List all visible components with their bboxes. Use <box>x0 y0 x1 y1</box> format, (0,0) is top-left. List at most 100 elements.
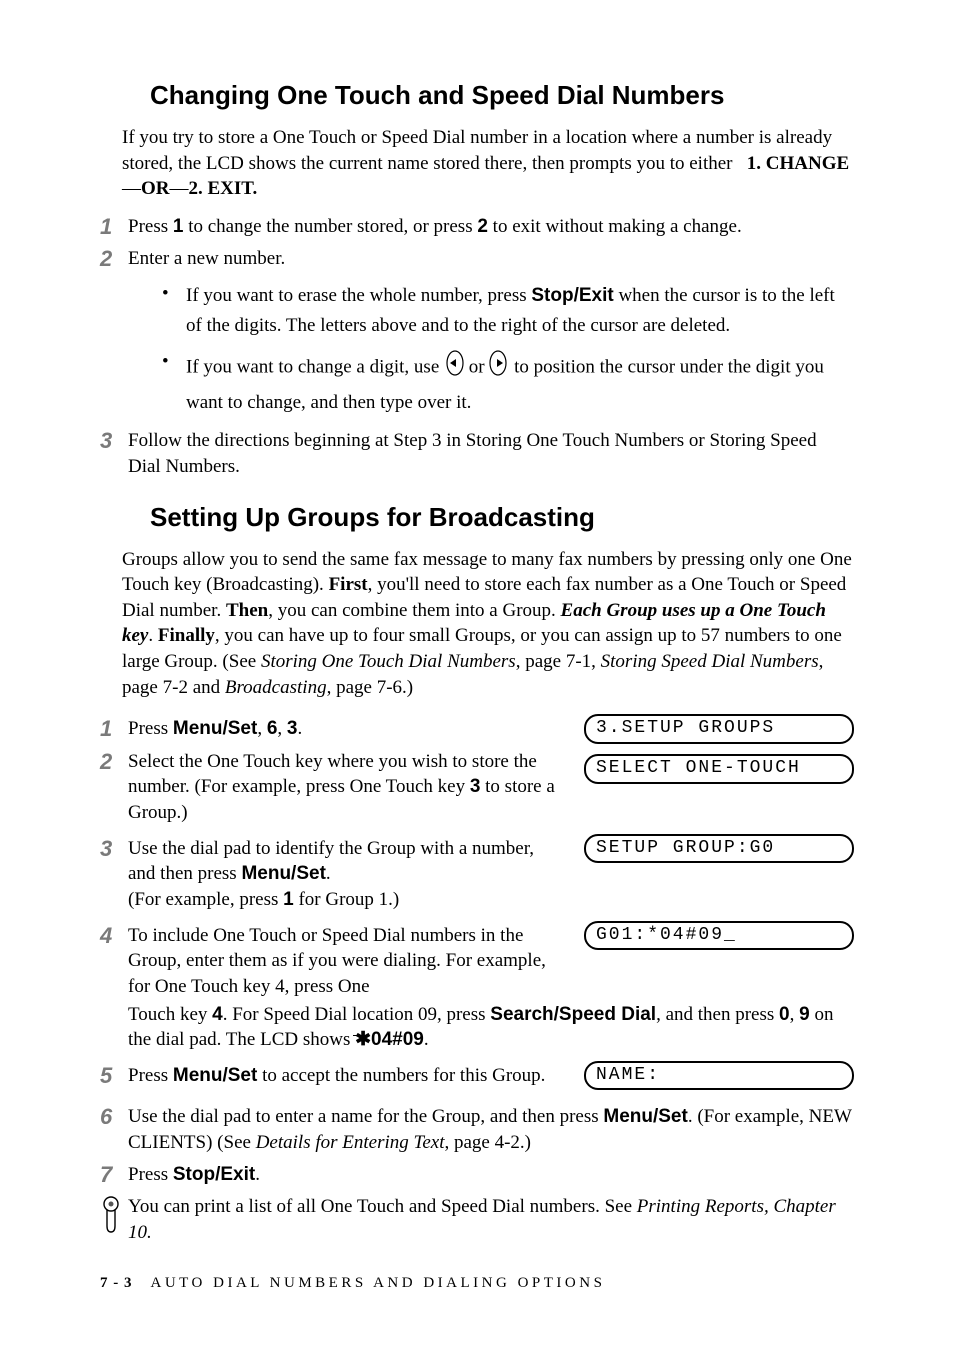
right-arrow-icon <box>489 349 509 387</box>
bullet-dot: • <box>162 349 186 418</box>
text-bold: 1 <box>173 216 184 237</box>
step-2-3: 3 Use the dial pad to identify the Group… <box>100 836 566 913</box>
steps-2-row-5: 5 Press Menu/Set to accept the numbers f… <box>100 1059 854 1101</box>
step-number: 3 <box>100 836 128 913</box>
bullet-item: • If you want to change a digit, use or … <box>162 349 854 418</box>
text: Press <box>128 1164 173 1185</box>
lcd-display-4: G01:*04#09_ <box>584 921 854 951</box>
page: Changing One Touch and Speed Dial Number… <box>0 0 954 1352</box>
lcd-display-5: NAME: <box>584 1061 854 1091</box>
bullet-text: If you want to erase the whole number, p… <box>186 281 854 342</box>
step-2-2: 2 Select the One Touch key where you wis… <box>100 749 566 826</box>
star-icon: ✱ <box>355 1027 371 1053</box>
text: . <box>148 625 158 646</box>
note-text: You can print a list of all One Touch an… <box>128 1194 854 1245</box>
step-text: Enter a new number. <box>128 246 854 272</box>
text: . For Speed Dial location 09, press <box>223 1004 491 1025</box>
text-bold: 3 <box>287 718 298 739</box>
text: If you want to erase the whole number, p… <box>186 285 531 306</box>
text: . <box>424 1029 429 1050</box>
text-bold: Menu/Set <box>173 1065 257 1086</box>
text: . <box>255 1164 260 1185</box>
bullet-list: • If you want to erase the whole number,… <box>162 281 854 419</box>
step-number: 2 <box>100 749 128 826</box>
step-number: 2 <box>100 246 128 272</box>
step-text: Use the dial pad to identify the Group w… <box>128 836 566 913</box>
text: Use the dial pad to enter a name for the… <box>128 1106 603 1127</box>
footer-title: AUTO DIAL NUMBERS AND DIALING OPTIONS <box>151 1275 606 1291</box>
text-italic: Storing One Touch Dial Numbers <box>261 651 516 672</box>
text-bold: 2. EXIT. <box>189 178 258 199</box>
step-number: 7 <box>100 1162 128 1188</box>
text-bold: 6 <box>267 718 278 739</box>
text: to exit without making a change. <box>488 216 742 237</box>
step-2-5: 5 Press Menu/Set to accept the numbers f… <box>100 1063 566 1089</box>
text: . <box>297 718 302 739</box>
text: , page 7-6.) <box>327 677 414 698</box>
text: or <box>469 357 490 378</box>
text: , page 7-1, <box>516 651 601 672</box>
text-bold: Menu/Set <box>173 718 257 739</box>
text: . <box>326 863 331 884</box>
steps-2-row-4: 4 To include One Touch or Speed Dial num… <box>100 919 854 1006</box>
text-bold: Stop/Exit <box>173 1164 255 1185</box>
step-2-1: 1 Press Menu/Set, 6, 3. <box>100 716 566 742</box>
heading-changing: Changing One Touch and Speed Dial Number… <box>150 80 854 111</box>
step-number: 1 <box>100 214 128 240</box>
text: Press <box>128 216 173 237</box>
text-bold: 3 <box>470 776 481 797</box>
text-bold: First <box>329 574 368 595</box>
step-text: Press Menu/Set to accept the numbers for… <box>128 1063 566 1089</box>
page-footer: 7 - 3 AUTO DIAL NUMBERS AND DIALING OPTIO… <box>100 1275 605 1292</box>
step-2-6: 6 Use the dial pad to enter a name for t… <box>100 1104 854 1155</box>
step-text: To include One Touch or Speed Dial numbe… <box>128 923 566 1000</box>
text-bold: Search/Speed Dial <box>490 1004 656 1025</box>
text-italic: Broadcasting <box>225 677 327 698</box>
text-bold: Menu/Set <box>241 863 325 884</box>
text-bold: 1. CHANGE <box>747 153 849 174</box>
text-bold: 04#09 <box>371 1029 424 1050</box>
text: Use the dial pad to identify the Group w… <box>128 838 534 885</box>
text: (For example, press <box>128 889 283 910</box>
text: — <box>122 178 141 199</box>
step-number: 6 <box>100 1104 128 1155</box>
note-icon <box>100 1194 128 1245</box>
bullet-item: • If you want to erase the whole number,… <box>162 281 854 342</box>
steps-2-row-3: 3 Use the dial pad to identify the Group… <box>100 832 854 919</box>
text: Press <box>128 718 173 739</box>
text: If you try to store a One Touch or Speed… <box>122 127 832 174</box>
note-block: You can print a list of all One Touch an… <box>100 1194 854 1245</box>
text-bold: 2 <box>477 216 488 237</box>
step-1-1: 1 Press 1 to change the number stored, o… <box>100 214 854 240</box>
text-bold: 1 <box>283 889 294 910</box>
text-bold: 9 <box>799 1004 810 1025</box>
step-text: Touch key 4. For Speed Dial location 09,… <box>128 1002 854 1053</box>
step-number-blank <box>100 1002 128 1053</box>
text-bold: OR <box>141 178 170 199</box>
text-bold: Finally <box>158 625 215 646</box>
text: — <box>170 178 189 199</box>
text-bold: 4 <box>212 1004 223 1025</box>
page-number: 7 - 3 <box>100 1275 133 1291</box>
text: You can print a list of all One Touch an… <box>128 1196 637 1217</box>
text-bold: Then <box>226 600 268 621</box>
text: to accept the numbers for this Group. <box>257 1065 545 1086</box>
left-arrow-icon <box>444 349 464 387</box>
text-bold: Stop/Exit <box>531 285 613 306</box>
text-italic: Details for Entering Text <box>256 1132 445 1153</box>
text: for Group 1.) <box>294 889 400 910</box>
text: , and then press <box>656 1004 779 1025</box>
step-number: 1 <box>100 716 128 742</box>
lcd-display-3: SETUP GROUP:G0 <box>584 834 854 864</box>
lcd-display-2: SELECT ONE-TOUCH <box>584 754 854 784</box>
step-number: 3 <box>100 428 128 479</box>
text: , <box>257 718 267 739</box>
bullet-text: If you want to change a digit, use or to… <box>186 349 854 418</box>
step-number: 4 <box>100 923 128 1000</box>
intro-para-1: If you try to store a One Touch or Speed… <box>122 125 854 202</box>
text: Press <box>128 1065 173 1086</box>
step-number: 5 <box>100 1063 128 1089</box>
text-italic: Storing Speed Dial Numbers <box>601 651 819 672</box>
step-text: Press Menu/Set, 6, 3. <box>128 716 566 742</box>
step-text: Press 1 to change the number stored, or … <box>128 214 854 240</box>
